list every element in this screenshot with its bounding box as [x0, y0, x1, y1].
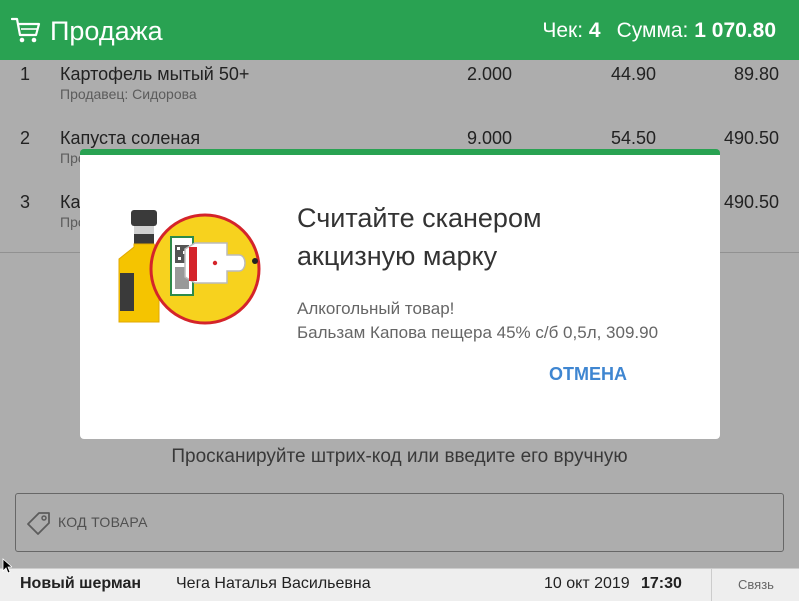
excise-scan-dialog: Считайте сканером акцизную марку Алкогол…	[80, 149, 720, 439]
cashier-name: Чега Наталья Васильевна	[176, 575, 371, 592]
dialog-subtitle-warning: Алкогольный товар!	[297, 299, 455, 318]
alcohol-bottle-scanner-icon	[118, 210, 261, 325]
store-name: Новый шерман	[20, 575, 142, 592]
mouse-cursor-icon	[2, 558, 12, 574]
dialog-title: Считайте сканером акцизную марку	[297, 199, 697, 275]
check-number: 4	[588, 19, 601, 42]
sum-label: Сумма:	[616, 19, 689, 42]
dialog-title-line1: Считайте сканером	[297, 203, 542, 233]
dialog-product-info: Бальзам Капова пещера 45% с/б 0,5л, 309.…	[297, 323, 659, 342]
app-header: Продажа Чек: 4 Сумма: 1 070.80	[0, 0, 799, 60]
check-label: Чек:	[542, 19, 584, 42]
current-time: 17:30	[641, 575, 682, 592]
receipt-summary: Чек: 4 Сумма: 1 070.80	[542, 17, 776, 45]
status-bar: Новый шерман Чега Наталья Васильевна 10 …	[0, 568, 799, 601]
page-title: Продажа	[50, 16, 163, 46]
dialog-title-line2: акцизную марку	[297, 241, 498, 271]
shopping-cart-icon	[11, 17, 41, 43]
cancel-button[interactable]: ОТМЕНА	[549, 364, 627, 385]
current-date: 10 окт 2019	[544, 575, 630, 592]
sum-value: 1 070.80	[694, 19, 776, 42]
connection-button[interactable]: Связь	[711, 569, 799, 601]
